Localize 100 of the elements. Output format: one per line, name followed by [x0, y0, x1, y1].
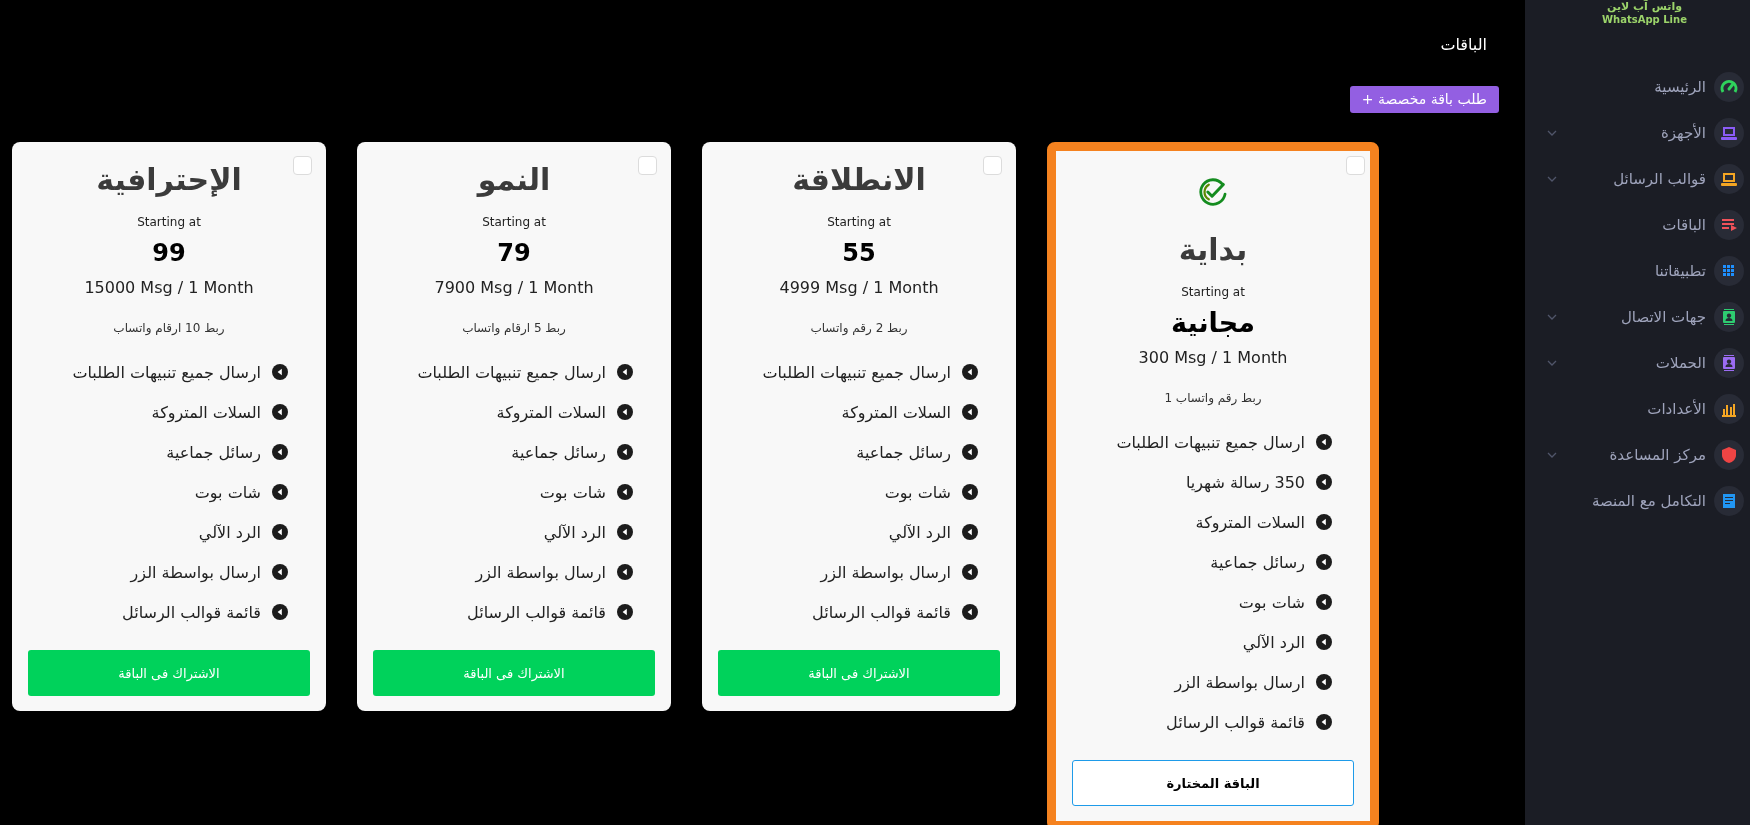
- arrow-circle-icon: [617, 564, 633, 580]
- linked-numbers-text: ربط رقم واتساب 1: [1164, 390, 1262, 407]
- starting-at-label: Starting at: [137, 214, 201, 230]
- feature-text: السلات المتروكة: [1195, 512, 1305, 532]
- feature-text: شات بوت: [539, 482, 606, 502]
- sidebar-item[interactable]: الأعدادات: [1525, 386, 1750, 432]
- sidebar-item[interactable]: قوالب الرسائل: [1525, 156, 1750, 202]
- feature-text: شات بوت: [1238, 592, 1305, 612]
- feature-text: 350 رسالة شهريا: [1185, 472, 1305, 492]
- feature-text: السلات المتروكة: [151, 402, 261, 422]
- contact-card-icon: [1714, 302, 1744, 332]
- page-title: الباقات: [1440, 34, 1487, 56]
- feature-text: الرد الآلي: [1242, 632, 1305, 652]
- feature-text: قائمة قوالب الرسائل: [467, 602, 606, 622]
- feature-text: رسائل جماعية: [166, 442, 261, 462]
- plan-price: 55: [842, 238, 876, 269]
- sidebar-item[interactable]: الحملات: [1525, 340, 1750, 386]
- arrow-circle-icon: [617, 364, 633, 380]
- feature-text: شات بوت: [194, 482, 261, 502]
- plan-price: مجانية: [1171, 306, 1255, 340]
- plan-button[interactable]: الباقة المختارة: [1072, 760, 1354, 806]
- feature-text: قائمة قوالب الرسائل: [812, 602, 951, 622]
- message-quota: 15000 Msg / 1 Month: [84, 277, 254, 299]
- custom-plan-button[interactable]: طلب باقة مخصصة +: [1349, 86, 1499, 113]
- arrow-circle-icon: [272, 604, 288, 620]
- message-quota: 300 Msg / 1 Month: [1138, 347, 1288, 369]
- feature-text: ارسال بواسطة الزر: [475, 562, 606, 582]
- plan-price: 99: [152, 238, 186, 269]
- arrow-circle-icon: [962, 364, 978, 380]
- arrow-circle-icon: [617, 444, 633, 460]
- feature-text: ارسال جميع تنبيهات الطلبات: [72, 362, 261, 382]
- starting-at-label: Starting at: [482, 214, 546, 230]
- feature-text: شات بوت: [884, 482, 951, 502]
- feature-text: ارسال جميع تنبيهات الطلبات: [762, 362, 951, 382]
- linked-numbers-text: ربط 2 رقم واتساب: [810, 320, 908, 337]
- sidebar-item[interactable]: الأجهزة: [1525, 110, 1750, 156]
- plan-title: الانطلاقة: [792, 161, 926, 199]
- bar-chart-icon: [1714, 394, 1744, 424]
- plan-title: النمو: [477, 161, 551, 199]
- sidebar-item[interactable]: مركز المساعدة: [1525, 432, 1750, 478]
- arrow-circle-icon: [272, 564, 288, 580]
- feature-text: ارسال بواسطة الزر: [1174, 672, 1305, 692]
- arrow-circle-icon: [1316, 714, 1332, 730]
- sidebar-item[interactable]: الرئيسية: [1525, 64, 1750, 110]
- feature-text: ارسال جميع تنبيهات الطلبات: [417, 362, 606, 382]
- feature-text: رسائل جماعية: [511, 442, 606, 462]
- logo-text: WhatsApp Line: [1602, 13, 1687, 26]
- feature-text: رسائل جماعية: [856, 442, 951, 462]
- arrow-circle-icon: [1316, 554, 1332, 570]
- arrow-circle-icon: [272, 524, 288, 540]
- feature-text: ارسال بواسطة الزر: [820, 562, 951, 582]
- plan-price: 79: [497, 238, 531, 269]
- sidebar-item[interactable]: جهات الاتصال: [1525, 294, 1750, 340]
- laptop-icon: [1714, 164, 1744, 194]
- arrow-circle-icon: [962, 444, 978, 460]
- laptop-icon: [1714, 118, 1744, 148]
- linked-numbers-text: ربط 5 ارقام واتساب: [462, 320, 566, 337]
- contact-card-icon: [1714, 348, 1744, 378]
- arrow-circle-icon: [1316, 434, 1332, 450]
- arrow-circle-icon: [962, 404, 978, 420]
- arrow-circle-icon: [962, 484, 978, 500]
- document-icon: [1714, 486, 1744, 516]
- arrow-circle-icon: [272, 444, 288, 460]
- gauge-icon: [1714, 72, 1744, 102]
- plan-title: بداية: [1178, 231, 1248, 269]
- feature-text: الرد الآلي: [888, 522, 951, 542]
- arrow-circle-icon: [962, 524, 978, 540]
- starting-at-label: Starting at: [1181, 284, 1245, 300]
- feature-text: رسائل جماعية: [1210, 552, 1305, 572]
- arrow-circle-icon: [1316, 474, 1332, 490]
- arrow-circle-icon: [272, 404, 288, 420]
- message-quota: 7900 Msg / 1 Month: [434, 277, 594, 299]
- sidebar-item[interactable]: تطبيقاتنا: [1525, 248, 1750, 294]
- feature-text: قائمة قوالب الرسائل: [1166, 712, 1305, 732]
- plan-title: الإحترافية: [96, 161, 242, 199]
- shield-icon: [1714, 440, 1744, 470]
- plan-checkbox[interactable]: [638, 156, 657, 175]
- sidebar-item[interactable]: الباقات: [1525, 202, 1750, 248]
- feature-text: الرد الآلي: [198, 522, 261, 542]
- plan-checkbox[interactable]: [293, 156, 312, 175]
- arrow-circle-icon: [617, 604, 633, 620]
- sidebar-item[interactable]: التكامل مع المنصة: [1525, 478, 1750, 524]
- plan-checkbox[interactable]: [983, 156, 1002, 175]
- feature-text: السلات المتروكة: [841, 402, 951, 422]
- arrow-circle-icon: [617, 524, 633, 540]
- feature-text: ارسال بواسطة الزر: [130, 562, 261, 582]
- check-circle-icon: [1197, 176, 1229, 208]
- arrow-circle-icon: [962, 564, 978, 580]
- arrow-circle-icon: [962, 604, 978, 620]
- plan-checkbox[interactable]: [1346, 156, 1365, 175]
- arrow-circle-icon: [617, 484, 633, 500]
- feature-text: قائمة قوالب الرسائل: [122, 602, 261, 622]
- arrow-circle-icon: [1316, 514, 1332, 530]
- arrow-circle-icon: [617, 404, 633, 420]
- grid-icon: [1714, 256, 1744, 286]
- feature-text: السلات المتروكة: [496, 402, 606, 422]
- starting-at-label: Starting at: [827, 214, 891, 230]
- list-icon: [1714, 210, 1744, 240]
- arrow-circle-icon: [1316, 634, 1332, 650]
- logo-text: واتس آب لاين: [1607, 0, 1682, 13]
